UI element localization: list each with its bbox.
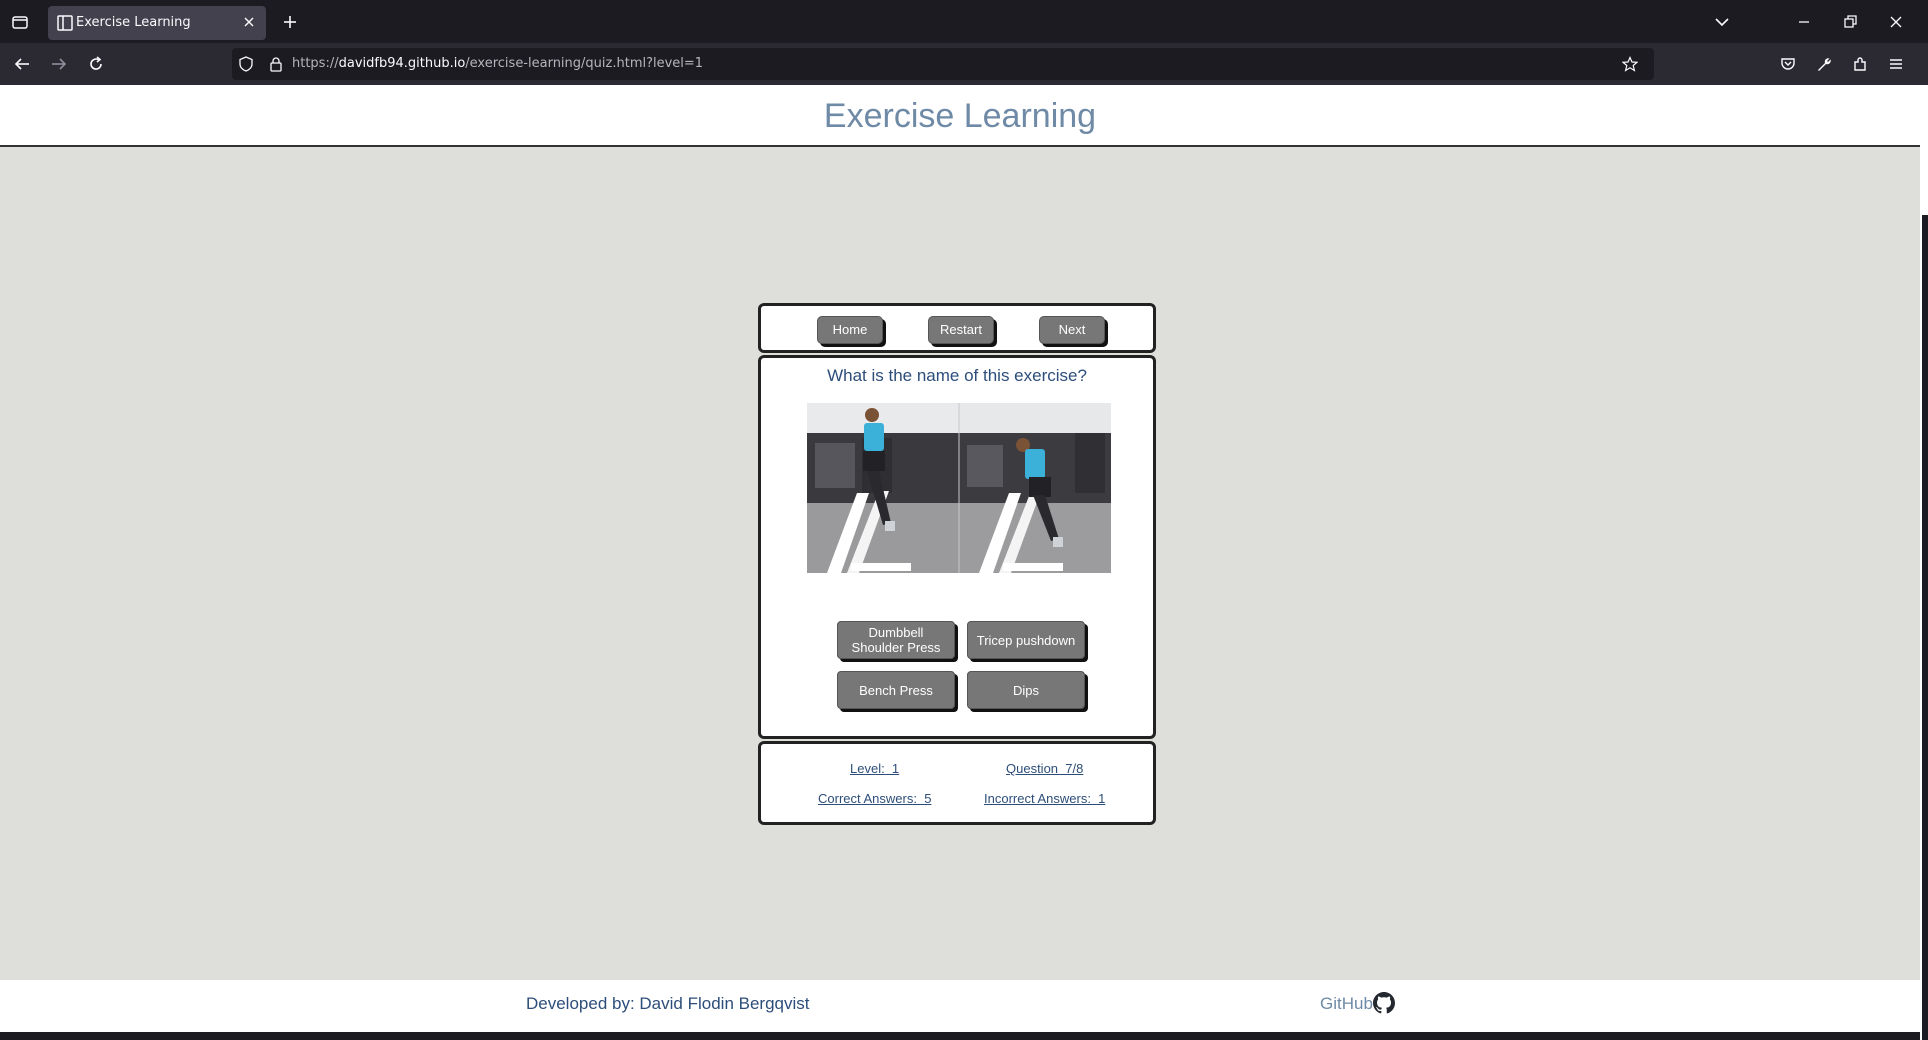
exercise-image: [807, 403, 1111, 573]
hamburger-menu-icon[interactable]: [1886, 54, 1906, 74]
forward-arrow-icon[interactable]: [49, 54, 69, 74]
address-bar[interactable]: https://davidfb94.github.io/exercise-lea…: [232, 48, 1654, 80]
browser-tab-bar: Exercise Learning: [0, 0, 1928, 43]
extensions-icon[interactable]: [1850, 54, 1870, 74]
tab-list-icon[interactable]: [10, 12, 30, 32]
quiz-stats-panel: Level: 1 Question 7/8 Correct Answers: 5…: [758, 741, 1156, 825]
answer-button-3[interactable]: Bench Press: [837, 671, 955, 709]
github-link[interactable]: GitHub: [1320, 994, 1373, 1014]
question-progress-stat[interactable]: Question 7/8: [1006, 761, 1083, 776]
correct-answers-stat[interactable]: Correct Answers: 5: [818, 791, 931, 806]
url-host: davidfb94.github.io: [338, 56, 466, 71]
answer-button-1[interactable]: Dumbbell Shoulder Press: [837, 621, 955, 659]
answer-button-2[interactable]: Tricep pushdown: [967, 621, 1085, 659]
bookmark-star-icon[interactable]: [1622, 56, 1638, 72]
minimize-icon[interactable]: [1794, 12, 1814, 32]
restart-button[interactable]: Restart: [928, 316, 994, 344]
browser-tab[interactable]: Exercise Learning: [48, 6, 266, 40]
next-button[interactable]: Next: [1039, 316, 1105, 344]
tab-overflow-chevron-icon[interactable]: [1712, 12, 1732, 32]
page-viewport: Exercise Learning Home Restart Next What…: [0, 85, 1920, 1040]
site-header: Exercise Learning: [0, 85, 1920, 147]
pocket-icon[interactable]: [1778, 54, 1798, 74]
scrollbar-thumb[interactable]: [1922, 215, 1928, 1040]
book-favicon-icon: [57, 15, 73, 31]
quiz-nav-panel: Home Restart Next: [758, 303, 1156, 353]
answer-button-4[interactable]: Dips: [967, 671, 1085, 709]
url-scheme: https://: [292, 56, 339, 71]
site-footer: Developed by: David Flodin Bergqvist Git…: [0, 980, 1920, 1032]
back-arrow-icon[interactable]: [12, 54, 32, 74]
url-path: /exercise-learning/quiz.html?level=1: [465, 56, 704, 71]
shield-icon[interactable]: [238, 56, 254, 72]
site-title: Exercise Learning: [823, 97, 1097, 135]
level-stat[interactable]: Level: 1: [850, 761, 899, 776]
taskbar-strip: [0, 1032, 1920, 1040]
url-text[interactable]: https://davidfb94.github.io/exercise-lea…: [292, 56, 703, 71]
home-button[interactable]: Home: [817, 316, 883, 344]
reload-icon[interactable]: [86, 54, 106, 74]
new-tab-icon[interactable]: [280, 12, 300, 32]
close-window-icon[interactable]: [1886, 12, 1906, 32]
question-text: What is the name of this exercise?: [827, 366, 1087, 385]
quiz-panel: What is the name of this exercise? Dumbb…: [758, 355, 1156, 739]
incorrect-answers-stat[interactable]: Incorrect Answers: 1: [984, 791, 1105, 806]
tab-title: Exercise Learning: [76, 15, 191, 30]
developer-credit: Developed by: David Flodin Bergqvist: [526, 994, 810, 1013]
restore-icon[interactable]: [1840, 12, 1860, 32]
close-tab-icon[interactable]: [242, 15, 256, 29]
browser-nav-bar: https://davidfb94.github.io/exercise-lea…: [0, 43, 1928, 85]
lock-icon[interactable]: [268, 56, 284, 72]
wrench-icon[interactable]: [1814, 54, 1834, 74]
github-icon[interactable]: [1373, 992, 1395, 1014]
